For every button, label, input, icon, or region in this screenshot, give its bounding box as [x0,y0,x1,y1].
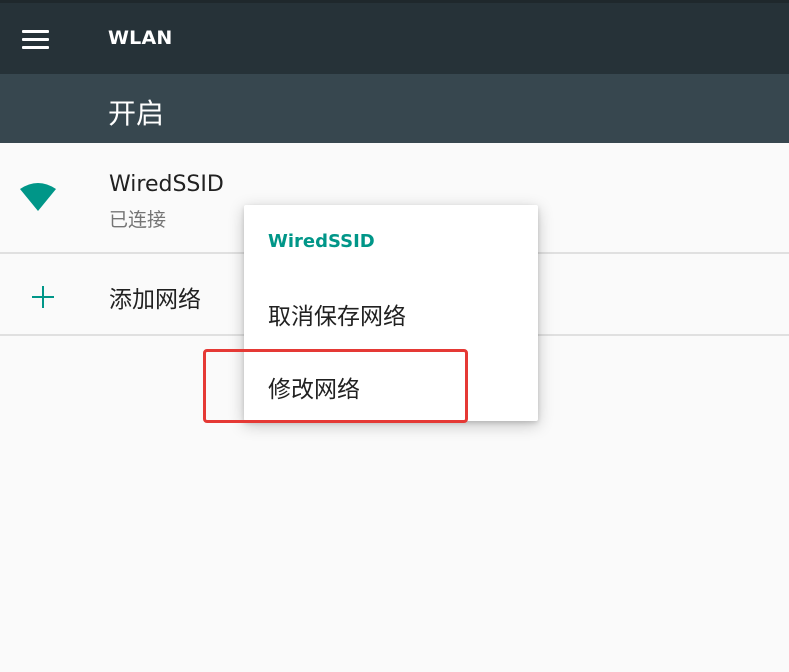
menu-icon[interactable] [22,23,62,55]
network-name: WiredSSID [109,172,224,197]
app-bar: WLAN [0,3,789,74]
add-network-label: 添加网络 [109,287,201,313]
network-context-menu: WiredSSID 取消保存网络 修改网络 [244,205,538,421]
wlan-switch-label: 开启 [108,97,165,130]
context-menu-title: WiredSSID [268,231,375,252]
page-title: WLAN [108,27,173,49]
plus-icon [30,284,56,310]
network-status: 已连接 [109,209,167,231]
modify-network-menu-item[interactable]: 修改网络 [244,359,538,415]
menu-icon-line [22,37,49,41]
menu-icon-line [22,29,49,33]
forget-network-menu-item[interactable]: 取消保存网络 [244,286,538,342]
wlan-switch-bar[interactable]: 开启 [0,74,789,143]
wifi-signal-icon [20,183,56,211]
menu-icon-line [22,45,49,49]
